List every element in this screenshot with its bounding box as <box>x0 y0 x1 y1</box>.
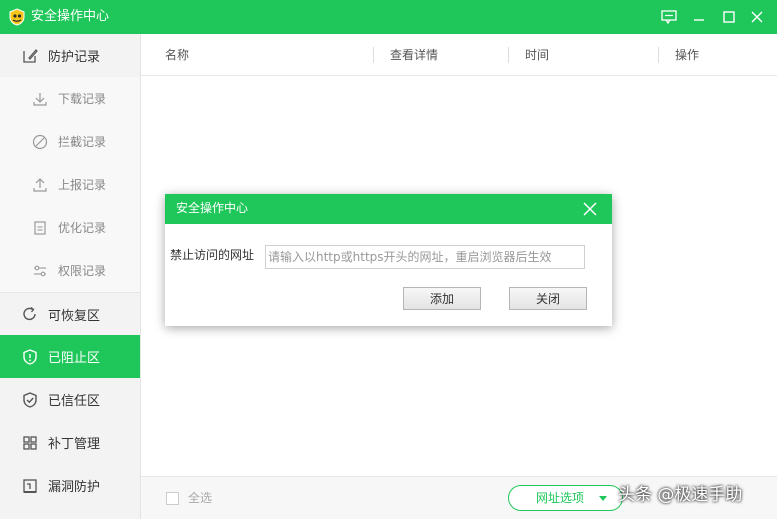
feedback-icon[interactable] <box>659 7 679 27</box>
dialog-header: 安全操作中心 <box>165 194 612 224</box>
sidebar-item-label: 上报记录 <box>58 178 107 192</box>
edit-icon <box>21 47 39 65</box>
download-icon <box>31 90 49 108</box>
column-action[interactable]: 操作 <box>675 34 699 76</box>
sidebar-item-trusted[interactable]: 已信任区 <box>0 378 140 421</box>
sliders-icon <box>31 262 49 280</box>
column-details[interactable]: 查看详情 <box>390 34 438 76</box>
maximize-icon[interactable] <box>719 7 739 27</box>
sidebar-item-label: 权限记录 <box>58 264 107 278</box>
sidebar-item-intercept-records[interactable]: 拦截记录 <box>0 120 140 163</box>
blocked-url-input[interactable] <box>265 245 585 269</box>
sidebar-item-label: 下载记录 <box>58 92 107 106</box>
watermark: 头条 @极速手助 <box>618 485 743 505</box>
refresh-icon <box>21 305 39 323</box>
sidebar-item-label: 拦截记录 <box>58 135 107 149</box>
url-options-label: 网址选项 <box>536 491 585 505</box>
sidebar-item-download-records[interactable]: 下载记录 <box>0 77 140 120</box>
upload-icon <box>31 176 49 194</box>
table-header: 名称 查看详情 时间 操作 <box>141 34 777 76</box>
sidebar-item-report-records[interactable]: 上报记录 <box>0 163 140 206</box>
sidebar-item-label: 已阻止区 <box>48 351 101 366</box>
column-divider <box>658 47 659 63</box>
grid-icon <box>21 434 39 452</box>
url-options-button[interactable]: 网址选项 <box>508 485 623 511</box>
sidebar-item-protection-records[interactable]: 防护记录 <box>0 34 140 77</box>
sidebar-item-label: 防护记录 <box>48 50 101 65</box>
column-divider <box>373 47 374 63</box>
sidebar-item-optimize-records[interactable]: 优化记录 <box>0 206 140 249</box>
clipboard-icon <box>31 219 49 237</box>
sidebar-item-label: 可恢复区 <box>48 308 101 324</box>
close-button[interactable]: 关闭 <box>509 287 587 310</box>
dialog-close-icon[interactable] <box>583 202 597 216</box>
column-divider <box>508 47 509 63</box>
add-blocked-url-dialog: 安全操作中心 禁止访问的网址 添加 关闭 <box>165 194 612 326</box>
sidebar-item-blocked[interactable]: 已阻止区 <box>0 335 140 378</box>
sidebar-item-recoverable[interactable]: 可恢复区 <box>0 292 140 335</box>
sidebar-item-patch-management[interactable]: 补丁管理 <box>0 421 140 464</box>
sidebar-item-label: 已信任区 <box>48 394 101 409</box>
shield-check-icon <box>21 391 39 409</box>
sidebar-item-label: 漏洞防护 <box>48 480 101 495</box>
select-all-label: 全选 <box>188 491 213 505</box>
bug-shield-icon <box>21 477 39 495</box>
blocked-url-label: 禁止访问的网址 <box>170 248 255 262</box>
select-all-checkbox[interactable] <box>166 492 179 505</box>
column-time[interactable]: 时间 <box>525 34 549 76</box>
shield-logo-icon <box>8 8 26 26</box>
dropdown-arrow-icon <box>599 496 607 501</box>
sidebar-item-vulnerability-protection[interactable]: 漏洞防护 <box>0 464 140 507</box>
close-icon[interactable] <box>747 7 767 27</box>
minimize-icon[interactable] <box>689 7 709 27</box>
shield-alert-icon <box>21 348 39 366</box>
add-button[interactable]: 添加 <box>403 287 481 310</box>
window-title: 安全操作中心 <box>31 9 110 24</box>
sidebar: 防护记录 下载记录 拦截记录 上报记录 优化记录 权限记录 可恢复区 已阻止区 … <box>0 34 141 519</box>
title-bar: 安全操作中心 <box>0 0 777 34</box>
sidebar-item-label: 补丁管理 <box>48 437 101 452</box>
sidebar-item-label: 优化记录 <box>58 221 107 235</box>
column-name[interactable]: 名称 <box>165 34 189 76</box>
block-icon <box>31 133 49 151</box>
dialog-title: 安全操作中心 <box>176 201 249 215</box>
sidebar-item-permission-records[interactable]: 权限记录 <box>0 249 140 292</box>
